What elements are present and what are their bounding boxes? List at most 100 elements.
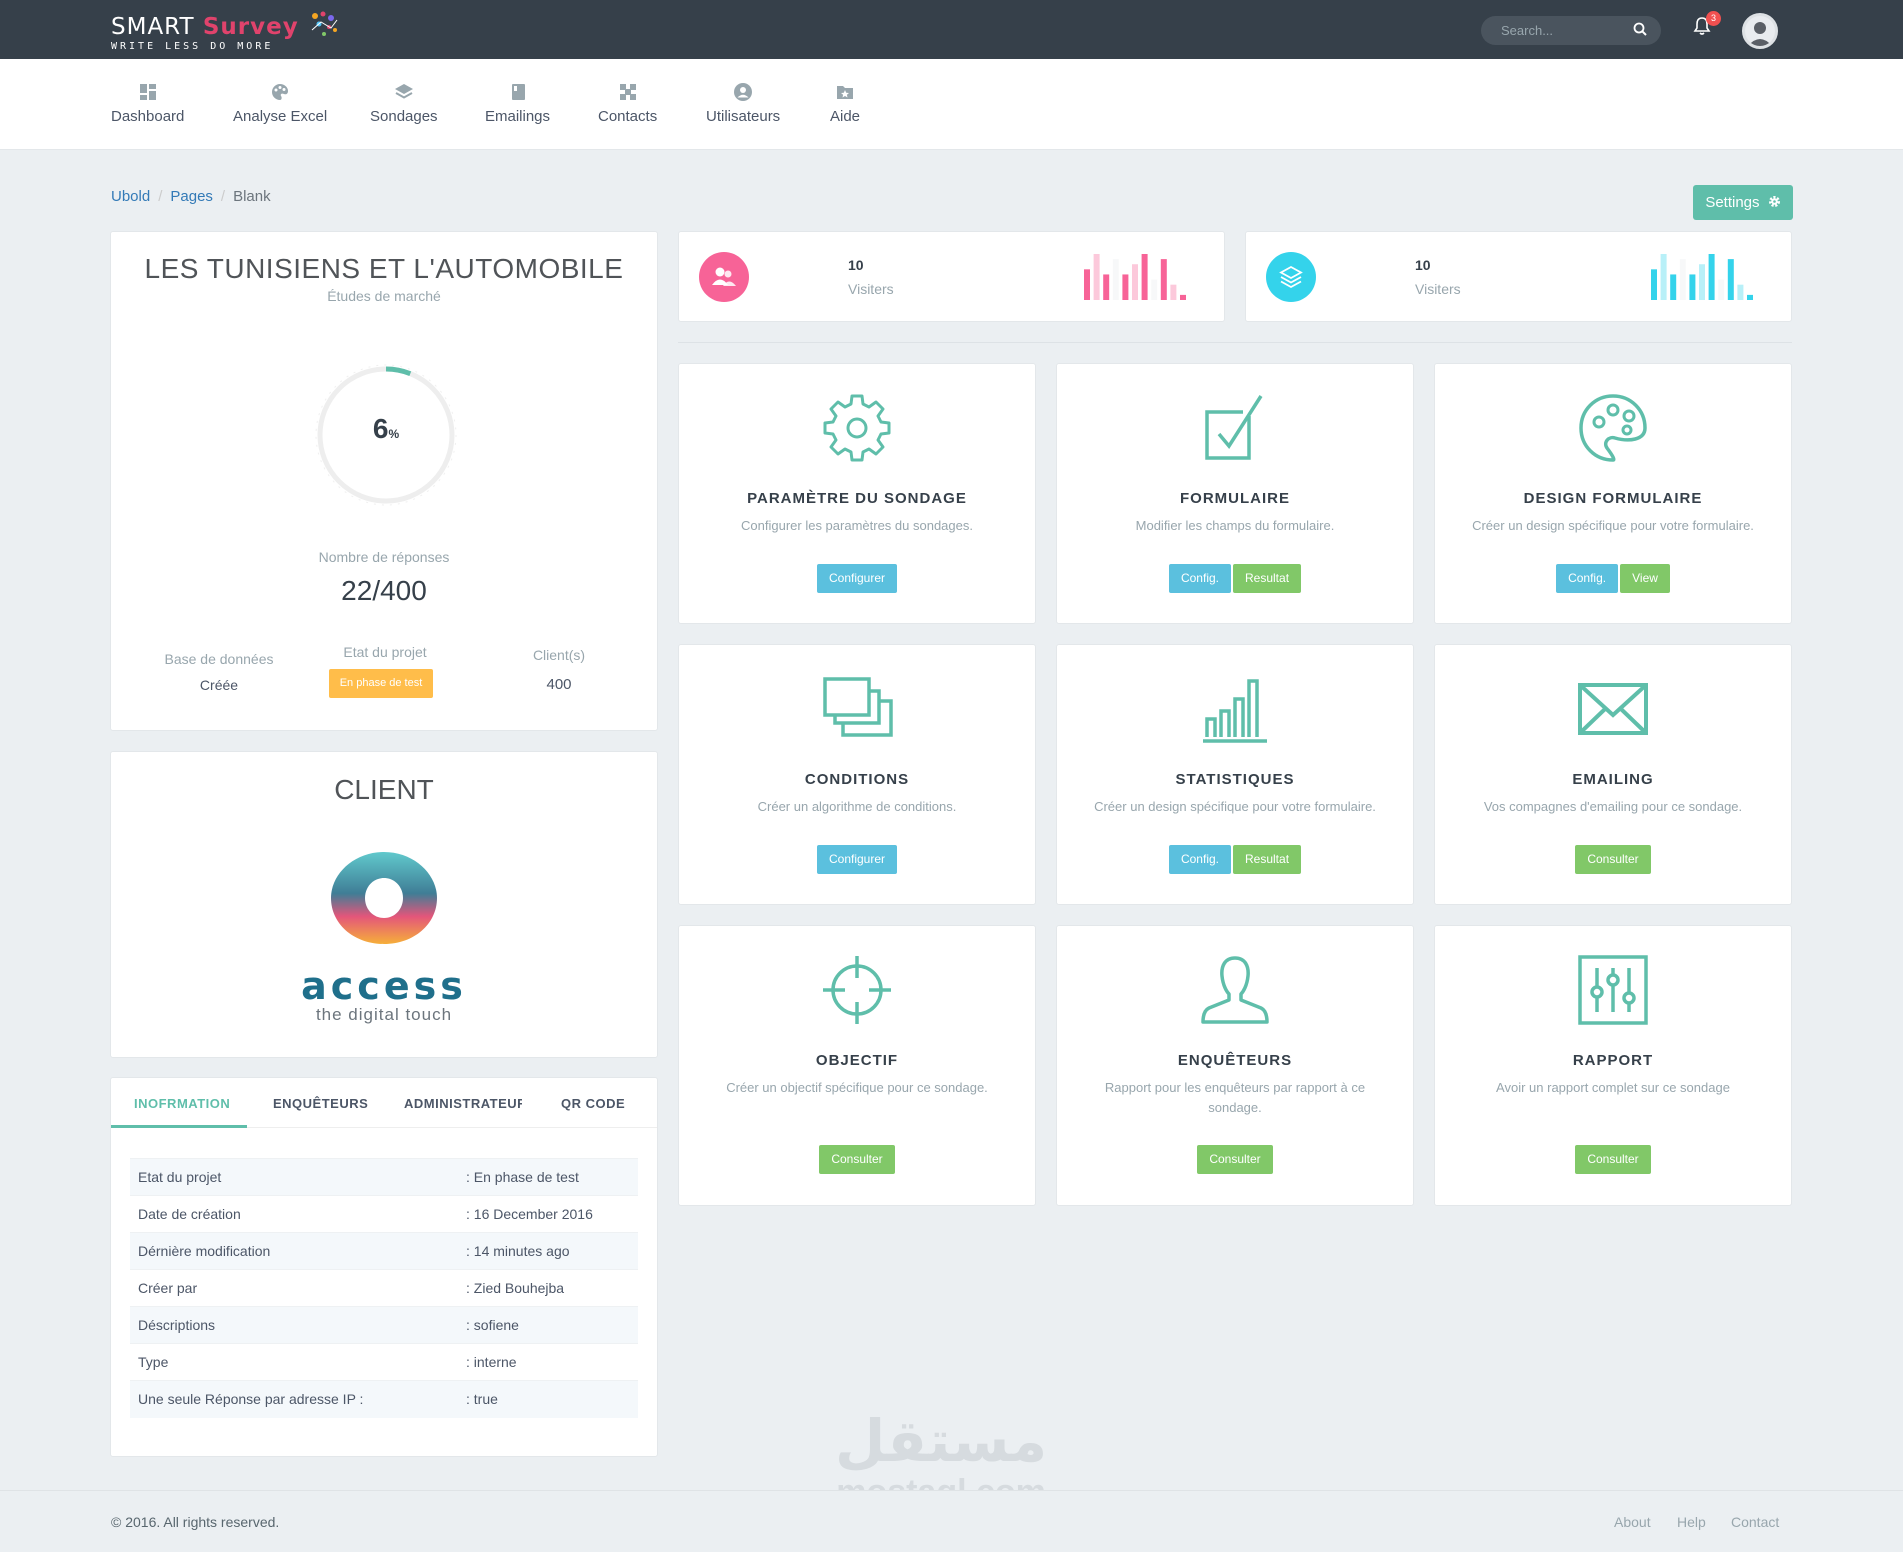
nav-label: Sondages	[370, 108, 438, 125]
notification-badge: 3	[1706, 11, 1721, 26]
footer-link-about[interactable]: About	[1614, 1514, 1651, 1530]
gear-icon	[823, 394, 891, 462]
responses-value: 22/400	[341, 575, 427, 606]
config-button[interactable]: Config.	[1168, 845, 1231, 874]
tile-title: PARAMÈTRE DU SONDAGE	[747, 490, 967, 507]
row-value: : 16 December 2016	[458, 1195, 638, 1233]
sparkline-bar	[1084, 269, 1090, 300]
stat-value: 10	[848, 257, 864, 273]
nav-aide[interactable]: Aide	[830, 82, 860, 125]
nav-label: Dashboard	[111, 108, 185, 125]
nav-label: Emailings	[485, 108, 551, 125]
settings-button[interactable]: Settings	[1693, 185, 1793, 220]
tile-design-formulaire: DESIGN FORMULAIRE Créer un design spécif…	[1434, 363, 1792, 624]
app-logo[interactable]: SMART Survey WRITE LESS DO MORE	[111, 10, 341, 52]
stat-label: Visiters	[1415, 281, 1461, 297]
tile-description: Configurer les paramètres du sondages.	[741, 518, 973, 533]
breadcrumb-link-pages[interactable]: Pages	[170, 188, 213, 205]
row-value: : Zied Bouhejba	[458, 1269, 638, 1307]
row-label: Date de création	[130, 1195, 458, 1233]
project-title: LES TUNISIENS ET L'AUTOMOBILE	[144, 253, 624, 284]
search-icon[interactable]	[1633, 22, 1647, 36]
sparkline-bar	[1727, 259, 1734, 300]
client-logo-mark	[331, 852, 437, 944]
row-label: Etat du projet	[130, 1158, 458, 1196]
stat-widget: 10 Visiters	[678, 231, 1225, 322]
row-label: Dérnière modification	[130, 1232, 458, 1270]
config-button[interactable]: Config.	[1168, 564, 1231, 593]
palette-icon	[272, 84, 289, 100]
consulter-button[interactable]: Consulter	[1197, 1145, 1273, 1174]
state-label: Etat du projet	[343, 644, 427, 660]
tile-formulaire: FORMULAIRE Modifier les champs du formul…	[1056, 363, 1414, 624]
sparkline-bar	[1747, 294, 1753, 300]
resultat-button[interactable]: Resultat	[1233, 564, 1302, 593]
tile-emailing: EMAILING Vos compagnes d'emailing pour c…	[1434, 644, 1792, 905]
config-button[interactable]: Config.	[1556, 564, 1619, 593]
breadcrumb-current: Blank	[233, 188, 271, 205]
divider	[678, 342, 1792, 343]
nav-dashboard[interactable]: Dashboard	[111, 82, 184, 125]
tile-title: ENQUÊTEURS	[1177, 1052, 1293, 1069]
gear-icon	[1768, 195, 1780, 208]
tile-conditions: CONDITIONS Créer un algorithme de condit…	[678, 644, 1036, 905]
row-value: : interne	[458, 1343, 638, 1381]
breadcrumb: Ubold / Pages / Blank	[111, 188, 271, 205]
configurer-button[interactable]: Configurer	[816, 845, 898, 874]
search-input[interactable]: Search...	[1481, 16, 1661, 45]
tab-enqueteurs[interactable]: ENQUÊTEURS	[273, 1096, 368, 1111]
contacts-icon	[619, 84, 636, 100]
book-icon	[511, 84, 525, 100]
sparkline-bar	[1160, 259, 1167, 300]
sparkline-bar	[1151, 279, 1158, 300]
tab-information[interactable]: INOFRMATION	[134, 1096, 230, 1111]
footer-link-contact[interactable]: Contact	[1731, 1514, 1779, 1530]
view-button[interactable]: View	[1620, 564, 1670, 593]
nav-utilisateurs[interactable]: Utilisateurs	[706, 82, 780, 125]
user-icon	[1201, 956, 1269, 1024]
client-title: CLIENT	[334, 774, 434, 805]
tile-objectif: OBJECTIF Créer un objectif spécifique po…	[678, 925, 1036, 1206]
consulter-button[interactable]: Consulter	[1575, 1145, 1651, 1174]
responses-label: Nombre de réponses	[318, 549, 450, 565]
nav-emailings[interactable]: Emailings	[485, 82, 550, 125]
breadcrumb-link-ubold[interactable]: Ubold	[111, 188, 150, 205]
tab-administrateurs[interactable]: ADMINISTRATEURS	[404, 1096, 522, 1111]
nav-label: Utilisateurs	[706, 108, 781, 125]
nav-sondages[interactable]: Sondages	[370, 82, 438, 125]
consulter-button[interactable]: Consulter	[1575, 845, 1651, 874]
consulter-button[interactable]: Consulter	[819, 1145, 895, 1174]
sparkline-bar	[1180, 294, 1186, 300]
avatar[interactable]	[1742, 13, 1778, 49]
row-value: : sofiene	[458, 1306, 638, 1344]
sparkline-bar	[1112, 259, 1119, 300]
configurer-button[interactable]: Configurer	[816, 564, 898, 593]
tile-statistiques: STATISTIQUES Créer un design spécifique …	[1056, 644, 1414, 905]
client-brand-name: access	[301, 964, 467, 1008]
footer-link-help[interactable]: Help	[1677, 1514, 1706, 1530]
avatar-user-icon	[1748, 22, 1772, 46]
table-row: Une seule Réponse par adresse IP :: true	[130, 1380, 638, 1418]
tab-qr-code[interactable]: QR CODE	[561, 1096, 625, 1111]
sparkline-bar	[1170, 284, 1177, 300]
copy-icon	[823, 677, 893, 737]
info-card: INOFRMATION ENQUÊTEURS ADMINISTRATEURS Q…	[110, 1077, 658, 1457]
project-subtitle: Études de marché	[327, 288, 441, 304]
resultat-button[interactable]: Resultat	[1233, 845, 1302, 874]
nav-label: Aide	[830, 108, 861, 125]
stat-icon-circle	[699, 252, 749, 302]
star-folder-icon	[837, 86, 854, 99]
breadcrumb-separator: /	[220, 188, 226, 205]
breadcrumb-separator: /	[158, 188, 163, 205]
row-label: Une seule Réponse par adresse IP :	[130, 1380, 458, 1418]
table-row: Date de création: 16 December 2016	[130, 1195, 638, 1233]
nav-contacts[interactable]: Contacts	[598, 82, 657, 125]
sparkline-bar	[1651, 269, 1657, 300]
tile-title: RAPPORT	[1572, 1052, 1654, 1069]
nav-analyse-excel[interactable]: Analyse Excel	[233, 82, 327, 125]
table-row: Type: interne	[130, 1343, 638, 1381]
table-row: Dérnière modification: 14 minutes ago	[130, 1232, 638, 1270]
settings-label: Settings	[1705, 194, 1760, 211]
tile-description: Créer un design spécifique pour votre fo…	[1472, 518, 1754, 533]
clients-label: Client(s)	[532, 647, 586, 663]
